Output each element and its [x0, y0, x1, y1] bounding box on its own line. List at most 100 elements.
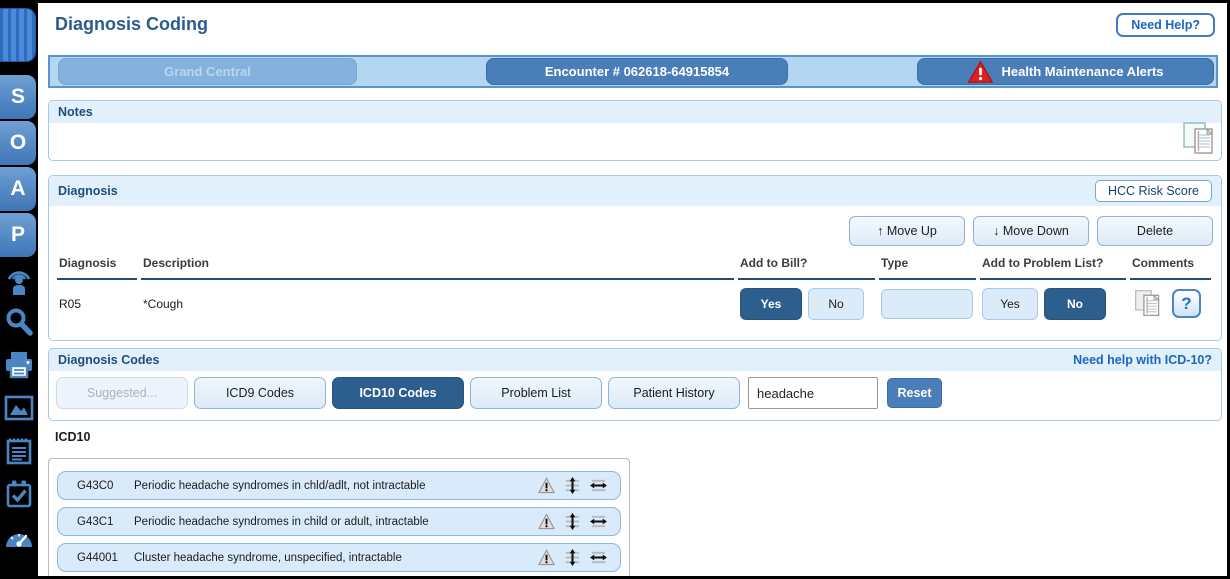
tab-letter: P: [11, 223, 25, 247]
filter-icd9-button[interactable]: ICD9 Codes: [194, 377, 326, 409]
horizontal-expand-icon[interactable]: [590, 513, 607, 530]
icd-description: Periodic headache syndromes in child or …: [134, 516, 538, 528]
sidebar-tab-objective[interactable]: O: [0, 121, 36, 165]
icd-code: G43C0: [77, 480, 134, 492]
filter-suggested-button[interactable]: Suggested...: [56, 377, 188, 409]
alert-triangle-icon: [967, 60, 994, 84]
diagnosis-description: *Cough: [141, 280, 734, 324]
move-up-button[interactable]: ↑ Move Up: [849, 216, 965, 246]
diagnosis-codes-title: Diagnosis Codes: [58, 353, 159, 367]
comment-copy-icon[interactable]: [1132, 287, 1165, 320]
notepad-icon[interactable]: [0, 430, 38, 472]
search-icon[interactable]: [0, 301, 38, 343]
hcc-risk-score-button[interactable]: HCC Risk Score: [1095, 180, 1212, 202]
problem-list-no-button[interactable]: No: [1044, 288, 1106, 320]
note-copy-icon[interactable]: [1180, 120, 1216, 161]
tab-health-maintenance-alerts[interactable]: Health Maintenance Alerts: [917, 58, 1214, 85]
tab-letter: S: [11, 85, 25, 109]
button-label: Delete: [1137, 224, 1173, 238]
icd-row-icons: [538, 549, 607, 566]
warning-triangle-icon[interactable]: [538, 513, 555, 530]
down-arrow-icon: ↓: [993, 224, 999, 238]
col-add-to-problem-list: Add to Problem List?: [980, 252, 1126, 280]
vertical-expand-icon[interactable]: [564, 513, 581, 530]
tab-label: Grand Central: [164, 64, 251, 79]
notes-body[interactable]: [49, 123, 1221, 159]
code-search-input[interactable]: [748, 377, 878, 409]
sidebar-tab-subjective[interactable]: S: [0, 75, 36, 119]
notes-header: Notes: [49, 101, 1221, 123]
add-to-bill-yes-button[interactable]: Yes: [740, 288, 802, 320]
col-comments: Comments: [1130, 252, 1211, 280]
tab-label: Health Maintenance Alerts: [1001, 64, 1163, 79]
icd10-list-label: ICD10: [55, 430, 90, 444]
icd-description: Cluster headache syndrome, unspecified, …: [134, 552, 538, 564]
icd-code: G43C1: [77, 516, 134, 528]
tab-label: Encounter # 062618-64915854: [545, 64, 729, 79]
filter-patient-history-button[interactable]: Patient History: [608, 377, 740, 409]
diagnosis-codes-section: Diagnosis Codes Need help with ICD-10? S…: [48, 348, 1222, 421]
filter-icd10-button[interactable]: ICD10 Codes: [332, 377, 464, 409]
list-item[interactable]: G44001 Cluster headache syndrome, unspec…: [57, 543, 621, 572]
table-row: R05 *Cough Yes No Yes No: [57, 280, 1211, 324]
notes-section: Notes: [48, 100, 1222, 161]
diagnosis-code: R05: [57, 280, 137, 324]
help-question-button[interactable]: ?: [1172, 289, 1201, 318]
col-type: Type: [879, 252, 976, 280]
col-add-to-bill: Add to Bill?: [738, 252, 875, 280]
warning-triangle-icon[interactable]: [538, 477, 555, 494]
icd-code: G44001: [77, 552, 134, 564]
dictation-icon[interactable]: [0, 258, 38, 300]
warning-triangle-icon[interactable]: [538, 549, 555, 566]
add-to-problem-list-toggle: Yes No: [982, 288, 1126, 320]
reset-button[interactable]: Reset: [887, 378, 942, 408]
sidebar: S O A P: [0, 3, 38, 576]
col-diagnosis: Diagnosis: [57, 252, 137, 280]
sidebar-tab-plan[interactable]: P: [0, 213, 36, 257]
binder-icon[interactable]: [0, 8, 36, 62]
tab-letter: A: [10, 177, 25, 201]
code-filter-bar: Suggested... ICD9 Codes ICD10 Codes Prob…: [49, 371, 1221, 409]
icd10-help-link[interactable]: Need help with ICD-10?: [1073, 353, 1212, 367]
delete-button[interactable]: Delete: [1097, 216, 1213, 246]
images-icon[interactable]: [0, 387, 38, 429]
need-help-button[interactable]: Need Help?: [1116, 13, 1215, 37]
col-description: Description: [141, 252, 734, 280]
list-item[interactable]: G43C1 Periodic headache syndromes in chi…: [57, 507, 621, 536]
vertical-expand-icon[interactable]: [564, 549, 581, 566]
tab-letter: O: [10, 131, 26, 155]
move-down-button[interactable]: ↓ Move Down: [973, 216, 1089, 246]
calendar-check-icon[interactable]: [0, 473, 38, 515]
diagnosis-section: Diagnosis HCC Risk Score ↑ Move Up ↓ Mov…: [48, 175, 1222, 341]
vertical-expand-icon[interactable]: [564, 477, 581, 494]
button-label: Move Up: [887, 224, 937, 238]
main-panel: Diagnosis Coding Need Help? Grand Centra…: [38, 3, 1227, 576]
add-to-bill-no-button[interactable]: No: [808, 288, 864, 320]
horizontal-expand-icon[interactable]: [590, 549, 607, 566]
list-item[interactable]: G43C0 Periodic headache syndromes in chl…: [57, 471, 621, 500]
diagnosis-codes-header: Diagnosis Codes Need help with ICD-10?: [49, 349, 1221, 371]
diagnosis-header: Diagnosis HCC Risk Score: [49, 176, 1221, 206]
horizontal-expand-icon[interactable]: [590, 477, 607, 494]
up-arrow-icon: ↑: [877, 224, 883, 238]
gauge-icon[interactable]: [0, 516, 38, 558]
icd10-result-list: G43C0 Periodic headache syndromes in chl…: [48, 458, 630, 576]
tab-grand-central[interactable]: Grand Central: [58, 58, 357, 85]
notes-title: Notes: [58, 105, 93, 119]
diagnosis-actions: ↑ Move Up ↓ Move Down Delete: [49, 206, 1221, 246]
page-title: Diagnosis Coding: [55, 14, 208, 35]
diagnosis-table: Diagnosis Description Add to Bill? Type …: [53, 252, 1215, 324]
add-to-bill-toggle: Yes No: [740, 288, 875, 320]
filter-problem-list-button[interactable]: Problem List: [470, 377, 602, 409]
tab-encounter[interactable]: Encounter # 062618-64915854: [486, 58, 788, 85]
button-label: Move Down: [1003, 224, 1069, 238]
problem-list-yes-button[interactable]: Yes: [982, 288, 1038, 320]
icd-row-icons: [538, 477, 607, 494]
icd-description: Periodic headache syndromes in chld/adlt…: [134, 480, 538, 492]
tab-bar: Grand Central Encounter # 062618-6491585…: [48, 55, 1218, 88]
icd-row-icons: [538, 513, 607, 530]
type-field[interactable]: [881, 289, 973, 319]
sidebar-tab-assessment[interactable]: A: [0, 167, 36, 211]
diagnosis-title: Diagnosis: [58, 184, 118, 198]
printer-icon[interactable]: [0, 344, 38, 386]
